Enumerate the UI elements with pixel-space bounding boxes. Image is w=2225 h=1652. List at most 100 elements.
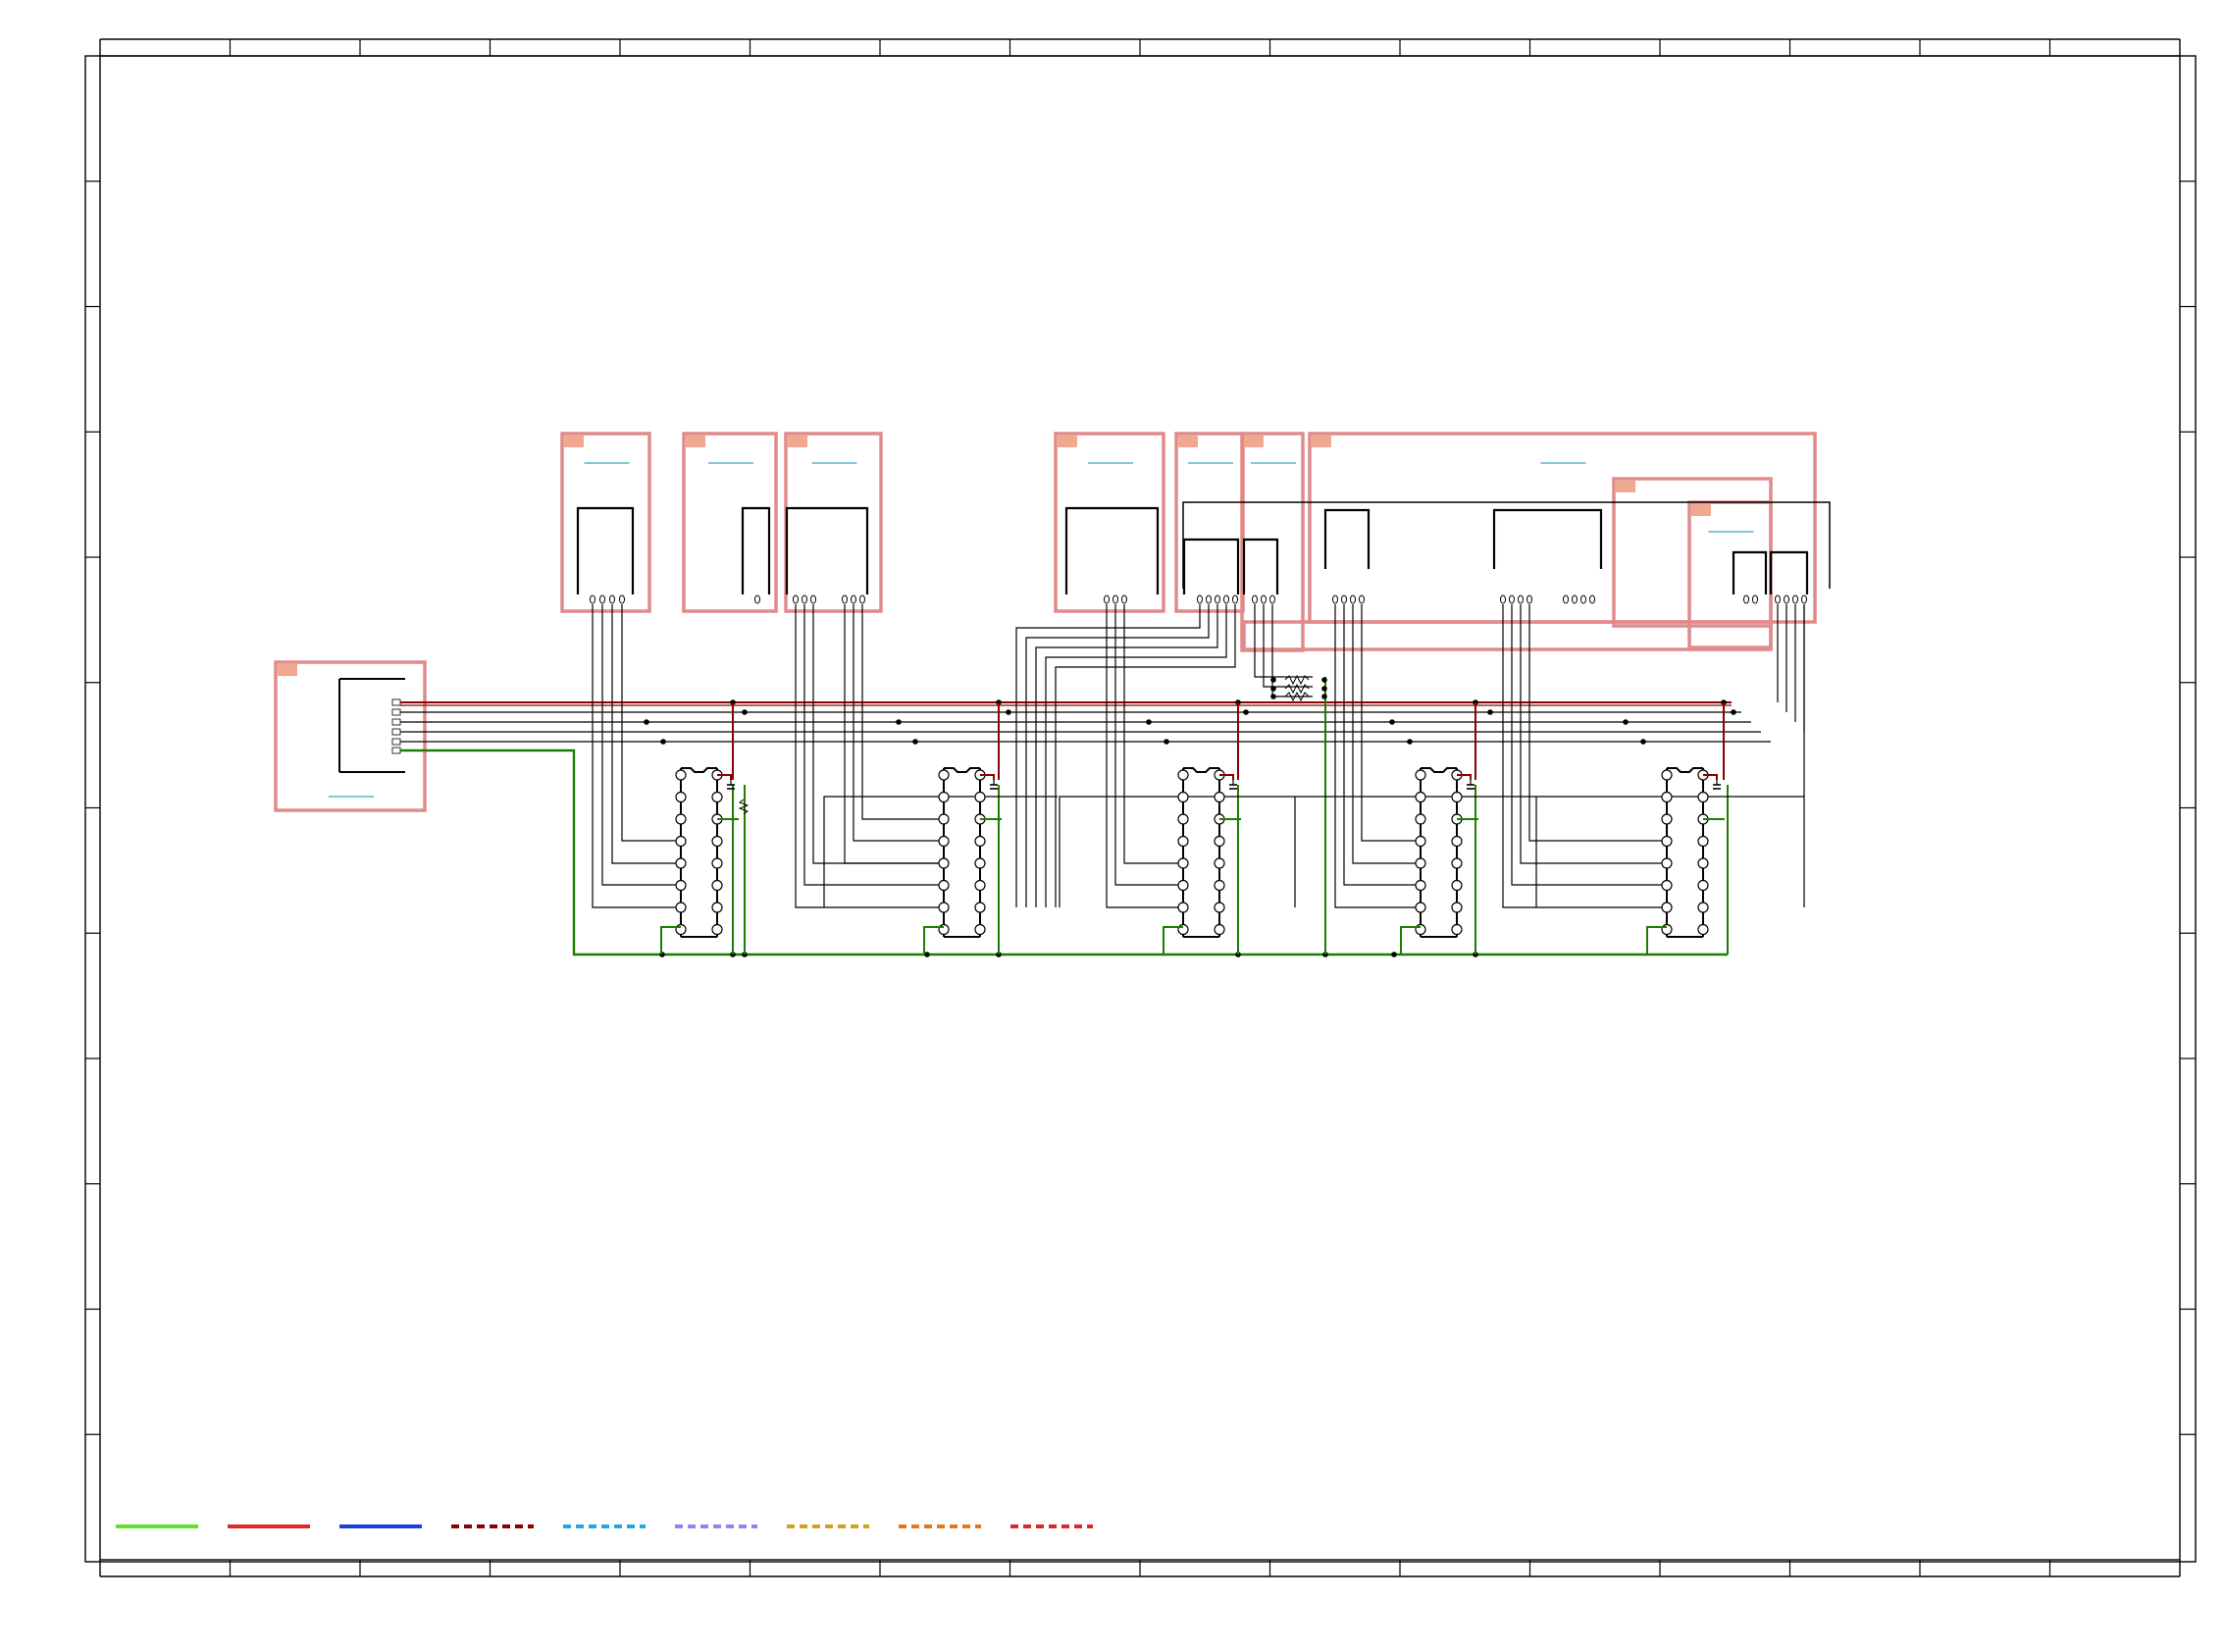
ic-pin-left — [1177, 902, 1189, 913]
module-4-pin — [1104, 594, 1110, 604]
module-3-signal — [812, 604, 943, 864]
module-5-crossover — [1045, 604, 1227, 907]
bus-junction — [1243, 709, 1249, 715]
ic-pin-right — [711, 857, 723, 869]
module-2 — [682, 432, 778, 613]
ic-pin-right — [974, 879, 986, 892]
ic-pin-left — [938, 813, 950, 825]
ic-pin-left — [1177, 835, 1189, 848]
ic-pin-right — [711, 902, 723, 913]
ic-pin-right — [1451, 791, 1463, 803]
module-1-signal — [592, 604, 677, 908]
module-4-signal — [1123, 604, 1179, 864]
ic-pin-right — [974, 835, 986, 848]
module-7-signal — [1343, 604, 1419, 886]
ic-pin-left — [1177, 857, 1189, 869]
ic-pin-right — [1451, 923, 1463, 936]
module-1-flag — [564, 436, 584, 447]
drawing-frame — [84, 38, 2197, 1577]
ic-pin-left — [1661, 857, 1673, 869]
ic-pin-right — [1697, 879, 1709, 892]
module-5-pin — [1232, 594, 1238, 604]
ic-pin-left — [675, 902, 687, 913]
module-1-pin — [590, 594, 595, 604]
module-7-pin — [1572, 594, 1578, 604]
resistor-junction — [1270, 694, 1276, 699]
bus-junction — [1164, 739, 1169, 745]
ic-pin-right — [711, 791, 723, 803]
ic-pin-left — [675, 813, 687, 825]
ic-pin-left — [1177, 769, 1189, 781]
bus-junction — [1006, 709, 1011, 715]
module-5-flag — [1178, 436, 1198, 447]
bus-junction — [1731, 709, 1736, 715]
ic-pin-left — [1661, 813, 1673, 825]
ic-pin-left — [675, 791, 687, 803]
module-connector-main — [274, 660, 427, 812]
module-9-pin — [1775, 594, 1781, 604]
module-4 — [1054, 432, 1165, 613]
module-4-pin — [1121, 594, 1127, 604]
ic-pin-left — [1177, 813, 1189, 825]
module-9-pin — [1801, 594, 1807, 604]
module-4-signal — [1114, 604, 1179, 886]
connector-pin — [391, 728, 401, 736]
module-9-flag — [1691, 504, 1711, 516]
module-7-body-b — [1492, 508, 1603, 569]
ic-notch — [1667, 767, 1703, 773]
ground-bus — [400, 749, 1728, 956]
module-5-pin — [1223, 594, 1229, 604]
module-3-pin — [793, 594, 799, 604]
resistor-junction — [1270, 677, 1276, 683]
module-7-signal-b — [1511, 604, 1665, 886]
bus-junction — [742, 709, 748, 715]
ic-pin-right — [1214, 902, 1225, 913]
wires-layer — [400, 604, 1805, 957]
chip-return — [823, 796, 1058, 907]
ground-junction — [1391, 952, 1397, 957]
module-1-signal — [601, 604, 677, 886]
module-7-body-a — [1323, 508, 1371, 569]
bus-junction — [1487, 709, 1493, 715]
ic-pin-right — [1214, 923, 1225, 936]
modules-layer — [274, 432, 1831, 812]
frame-inner — [99, 55, 2181, 1561]
module-1-pin — [609, 594, 615, 604]
ic-1 — [660, 767, 739, 955]
module-3-pin — [842, 594, 848, 604]
ic-pin-left — [1415, 813, 1426, 825]
ic-pin-right — [1451, 902, 1463, 913]
ic-pin-left — [1177, 879, 1189, 892]
ic-pin-left — [675, 879, 687, 892]
ic-pin-right — [974, 923, 986, 936]
ic-notch — [944, 767, 980, 773]
ic-pin-left — [675, 835, 687, 848]
ic-pin-left — [1415, 902, 1426, 913]
ic-pin-left — [1661, 902, 1673, 913]
ic-pin-left — [938, 879, 950, 892]
bus-junction — [1640, 739, 1646, 745]
module-4-flag — [1058, 436, 1077, 447]
bus-junction — [1623, 719, 1629, 725]
module-2-pin — [754, 594, 760, 604]
module-8-pin — [1752, 594, 1758, 604]
ic-pin-right — [1214, 857, 1225, 869]
ic-pin-right — [1697, 857, 1709, 869]
ic-pin-left — [675, 769, 687, 781]
ic-pin-left — [938, 835, 950, 848]
module-connector-main-border — [274, 660, 427, 812]
ground-junction — [924, 952, 930, 957]
ic-pin-right — [1451, 879, 1463, 892]
module-7-pin — [1509, 594, 1515, 604]
connector-pin — [391, 747, 401, 754]
module-7-pin — [1589, 594, 1595, 604]
module-5-body — [1182, 538, 1240, 594]
module-1-border — [560, 432, 651, 613]
ic-pin-right — [1697, 923, 1709, 936]
ic-pin-left — [1661, 791, 1673, 803]
module-5-pin — [1197, 594, 1203, 604]
module-5-crossover — [1055, 604, 1236, 907]
module-9-body-a — [1732, 550, 1768, 594]
module-3-signal-b — [844, 604, 943, 864]
module-connector-main-flag — [278, 664, 297, 676]
